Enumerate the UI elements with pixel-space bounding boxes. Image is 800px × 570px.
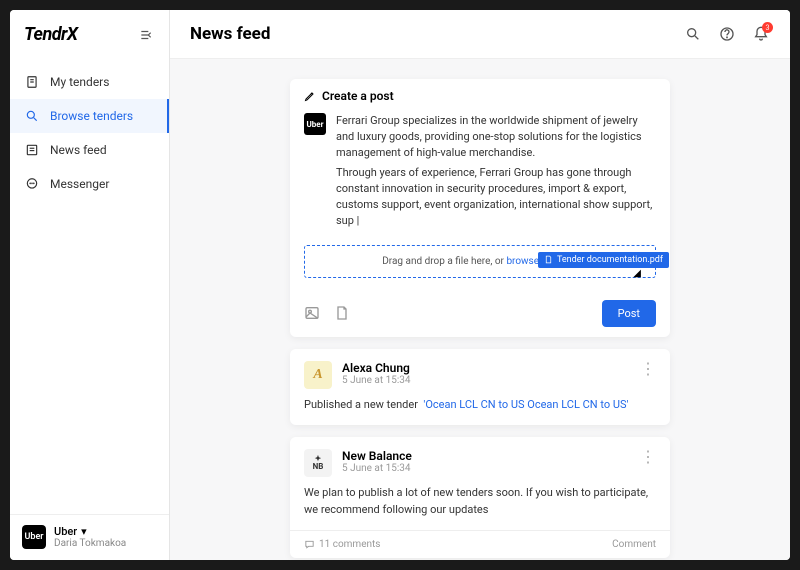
feed-body: We plan to publish a lot of new tenders … [304, 485, 656, 518]
attach-file-button[interactable] [334, 305, 350, 321]
doc-icon [24, 74, 40, 90]
sidebar-nav: My tenders Browse tenders News feed Mess… [10, 61, 169, 514]
header-actions: 3 [684, 25, 770, 43]
feed-body: Published a new tender 'Ocean LCL CN to … [304, 397, 656, 414]
pencil-icon [304, 90, 316, 102]
chat-icon [24, 176, 40, 192]
avatar: A [304, 361, 332, 389]
notification-badge: 3 [762, 22, 773, 33]
file-icon [544, 255, 553, 264]
feed-scroll[interactable]: Create a post Uber Ferrari Group special… [170, 59, 790, 560]
page-title: News feed [190, 24, 270, 44]
avatar: Uber [304, 113, 326, 135]
comment-count[interactable]: 11 comments [304, 539, 380, 550]
sidebar-item-label: Browse tenders [50, 109, 133, 123]
app-frame: TendrX My tenders Browse tenders News fe… [10, 10, 790, 560]
brand-logo: TendrX [24, 24, 78, 45]
sidebar-item-browse-tenders[interactable]: Browse tenders [10, 99, 169, 133]
feed-author[interactable]: Alexa Chung [342, 361, 411, 375]
chevron-down-icon: ▾ [81, 525, 87, 538]
main: News feed 3 Create a post Uber [170, 10, 790, 560]
user-name: Daria Tokmakoa [54, 538, 126, 550]
sidebar-item-messenger[interactable]: Messenger [10, 167, 169, 201]
composer-title: Create a post [322, 89, 394, 103]
feed-timestamp: 5 June at 15:34 [342, 463, 412, 474]
avatar: Uber [22, 525, 46, 549]
user-account-switcher[interactable]: Uber Uber▾ Daria Tokmakoa [10, 514, 169, 560]
news-icon [24, 142, 40, 158]
composer-content: Uber Ferrari Group specializes in the wo… [304, 113, 656, 233]
feed-footer: 11 comments Comment [290, 530, 670, 558]
sidebar-item-label: My tenders [50, 75, 109, 89]
composer-actions: Post [290, 290, 670, 337]
more-menu-button[interactable]: ⋮ [640, 449, 656, 465]
search-button[interactable] [684, 25, 702, 43]
attach-image-button[interactable] [304, 305, 320, 321]
sidebar: TendrX My tenders Browse tenders News fe… [10, 10, 170, 560]
composer-body: Uber Ferrari Group specializes in the wo… [290, 113, 670, 290]
header: News feed 3 [170, 10, 790, 59]
comment-button[interactable]: Comment [612, 539, 656, 550]
sidebar-item-my-tenders[interactable]: My tenders [10, 65, 169, 99]
sidebar-item-label: Messenger [50, 177, 109, 191]
feed-author[interactable]: New Balance [342, 449, 412, 463]
feed-card: A Alexa Chung 5 June at 15:34 ⋮ Publishe… [290, 349, 670, 426]
feed-card: ✦NB New Balance 5 June at 15:34 ⋮ We pla… [290, 437, 670, 558]
sidebar-collapse-button[interactable] [137, 26, 155, 44]
post-button[interactable]: Post [602, 300, 656, 327]
search-icon [24, 108, 40, 124]
composer-title-row: Create a post [290, 79, 670, 113]
user-meta: Uber▾ Daria Tokmakoa [54, 525, 126, 550]
post-textarea[interactable]: Ferrari Group specializes in the worldwi… [336, 113, 656, 233]
sidebar-item-news-feed[interactable]: News feed [10, 133, 169, 167]
logo-row: TendrX [10, 10, 169, 61]
feed-timestamp: 5 June at 15:34 [342, 375, 411, 386]
comment-icon [304, 539, 315, 550]
more-menu-button[interactable]: ⋮ [640, 361, 656, 377]
avatar: ✦NB [304, 449, 332, 477]
file-dropzone[interactable]: Drag and drop a file here, or browse for… [304, 245, 656, 278]
cursor-icon: ◢ [633, 268, 641, 279]
tender-link[interactable]: 'Ocean LCL CN to US Ocean LCL CN to US' [423, 398, 628, 411]
help-button[interactable] [718, 25, 736, 43]
attachment-actions [304, 305, 350, 321]
notifications-button[interactable]: 3 [752, 25, 770, 43]
composer-card: Create a post Uber Ferrari Group special… [290, 79, 670, 337]
sidebar-item-label: News feed [50, 143, 107, 157]
user-company: Uber▾ [54, 525, 126, 538]
dragged-file-chip[interactable]: Tender documentation.pdf [538, 252, 669, 268]
